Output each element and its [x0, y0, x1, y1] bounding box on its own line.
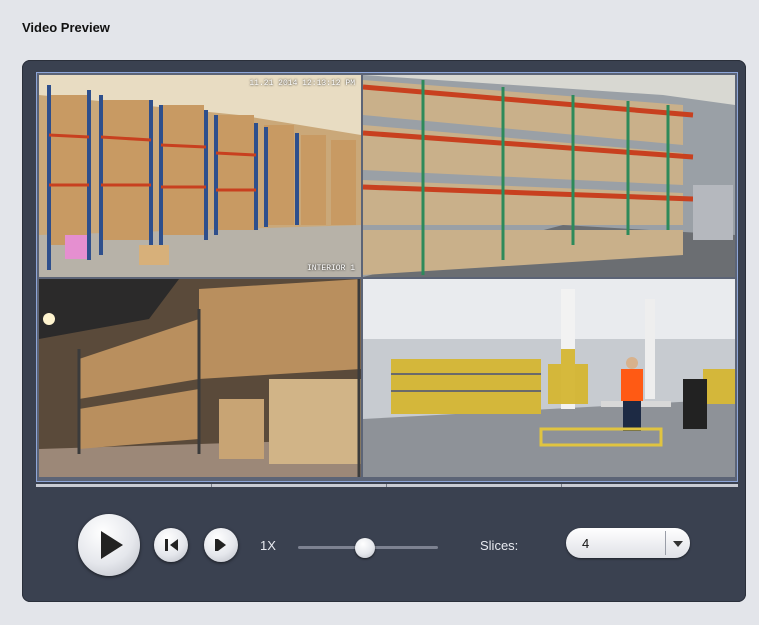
chevron-down-icon[interactable] [673, 541, 683, 547]
timeline-tick [386, 484, 387, 487]
speed-slider-thumb[interactable] [355, 538, 376, 558]
camera-4-image [363, 279, 735, 477]
timeline-tick [561, 484, 562, 487]
slices-dropdown[interactable]: 4 [566, 528, 690, 558]
play-button[interactable] [78, 514, 140, 576]
page-title: Video Preview [22, 20, 110, 35]
speed-slider[interactable] [298, 538, 438, 558]
camera-view-3[interactable] [39, 279, 361, 477]
camera-view-4[interactable] [363, 279, 735, 477]
play-icon [101, 531, 123, 559]
timeline-scrubber[interactable] [36, 484, 738, 487]
playback-controls: 1X Slices: 4 [22, 490, 746, 602]
speed-label: 1X [260, 538, 276, 553]
camera-2-image [363, 75, 735, 277]
camera-1-timestamp: 11.21 2014 12:13:12 PM [249, 79, 355, 88]
camera-1-image [39, 75, 361, 277]
video-grid[interactable]: 11.21 2014 12:13:12 PM INTERIOR 1 [36, 72, 738, 482]
timeline-tick [211, 484, 212, 487]
video-preview-panel: 11.21 2014 12:13:12 PM INTERIOR 1 1X Sli… [22, 60, 746, 602]
step-back-icon [164, 539, 168, 551]
camera-3-image [39, 279, 361, 477]
slices-label: Slices: [480, 538, 519, 553]
camera-1-label: INTERIOR 1 [306, 264, 355, 273]
step-forward-button[interactable] [204, 528, 238, 562]
step-back-button[interactable] [154, 528, 188, 562]
camera-view-2[interactable] [363, 75, 735, 277]
slices-value: 4 [582, 536, 590, 551]
camera-view-1[interactable]: 11.21 2014 12:13:12 PM INTERIOR 1 [39, 75, 361, 277]
